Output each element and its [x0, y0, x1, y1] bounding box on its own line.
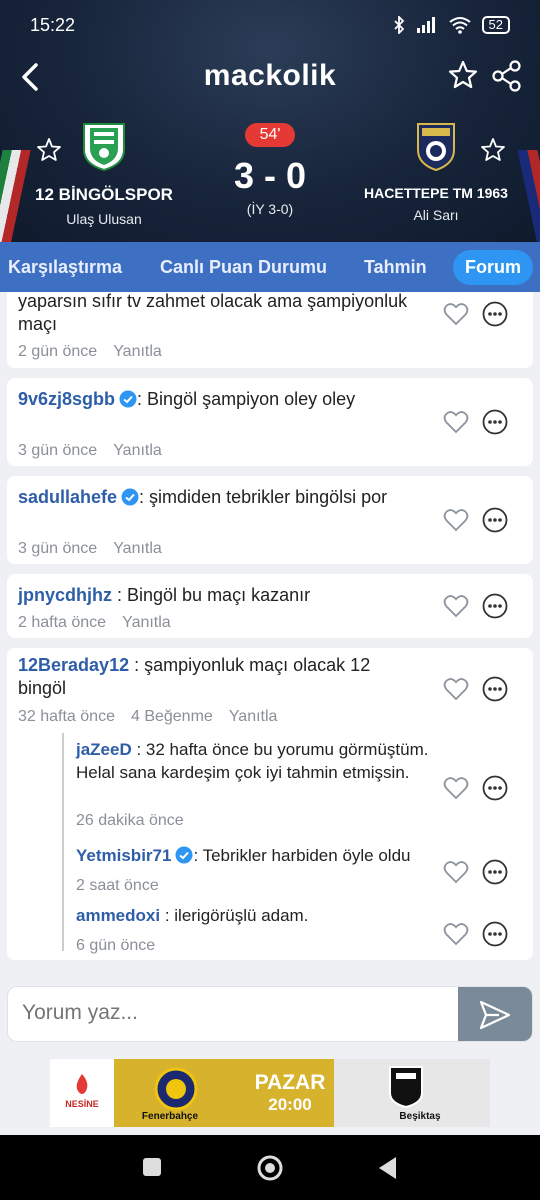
tab-forum[interactable]: Forum [453, 249, 533, 285]
ad-time: 20:00 [268, 1095, 312, 1114]
away-team-crest-icon [417, 123, 455, 172]
comment-time: 3 gün önce [18, 540, 98, 557]
verified-badge-icon [121, 488, 139, 506]
send-icon [479, 1000, 511, 1030]
ad-banner[interactable]: NESİNE PAZAR 20:00 Fenerbahçe Beşiktaş [50, 1059, 490, 1127]
besiktas-crest-icon [389, 1066, 423, 1109]
more-options-icon[interactable] [482, 301, 508, 327]
back-triangle-icon[interactable] [376, 1155, 398, 1181]
bluetooth-icon [393, 16, 404, 34]
recents-square-icon[interactable] [141, 1156, 163, 1178]
ad-team1: Fenerbahçe [141, 1111, 199, 1122]
reply-time: 2 saat önce [76, 877, 159, 894]
system-nav-bar [0, 1135, 540, 1200]
verified-badge-icon [119, 390, 137, 408]
home-circle-icon[interactable] [256, 1154, 284, 1182]
comment-username[interactable]: jpnycdhjhz [18, 585, 112, 605]
reply-text: : ilerigörüşlü adam. [160, 906, 309, 925]
battery-indicator: 52 [481, 16, 510, 34]
comment-time: 2 hafta önce [18, 614, 107, 631]
match-header: 15:22 52 mackolik 12 BİNGÖLSPOR Ulaş Ulu… [0, 0, 540, 242]
ad-sponsor-logo: NESİNE [50, 1059, 114, 1127]
comment-input[interactable] [22, 1001, 442, 1025]
signal-icon [416, 17, 435, 33]
tab-bar: Karşılaştırma Canlı Puan Durumu Tahmin F… [0, 242, 540, 292]
favorite-match-star-icon[interactable] [447, 59, 479, 91]
comment-card: 9v6zj8sgbb : Bingöl şampiyon oley oley 3 … [7, 378, 533, 466]
like-heart-icon[interactable] [443, 776, 469, 800]
match-minute-badge: 54' [245, 123, 295, 147]
more-options-icon[interactable] [482, 676, 508, 702]
comment-card: 12Beraday12 : şampiyonluk maçı olacak 12… [7, 648, 533, 960]
comment-username[interactable]: sadullahefe [18, 487, 117, 507]
comment-composer [7, 986, 533, 1042]
comment-text: : şimdiden tebrikler bingölsi por [139, 487, 388, 507]
reply-time: 26 dakika önce [76, 812, 184, 829]
wifi-icon [448, 17, 471, 34]
reply-link[interactable]: Yanıtla [113, 540, 162, 558]
reply-username[interactable]: Yetmisbir71 [76, 846, 171, 865]
reply-link[interactable]: Yanıtla [122, 614, 171, 632]
like-heart-icon[interactable] [443, 922, 469, 946]
reply-text: : Tebrikler harbiden öyle oldu [193, 846, 411, 865]
status-time: 15:22 [30, 14, 76, 35]
reply-link[interactable]: Yanıtla [113, 343, 162, 361]
reply-link[interactable]: Yanıtla [229, 708, 278, 726]
reply-username[interactable]: jaZeeD [76, 740, 132, 759]
comment-time: 32 hafta önce [18, 708, 115, 725]
more-options-icon[interactable] [482, 775, 508, 801]
tab-live-standings[interactable]: Canlı Puan Durumu [160, 257, 327, 278]
comment-card: yaparsın sıfır tv zahmet olacak ama şamp… [7, 292, 533, 368]
fenerbahce-crest-icon [154, 1067, 198, 1111]
like-count[interactable]: 4 Beğenme [131, 708, 213, 726]
reply-time: 6 gün önce [76, 937, 156, 954]
comment-time: 3 gün önce [18, 442, 98, 459]
share-icon[interactable] [490, 59, 524, 93]
ad-team2: Beşiktaş [399, 1111, 441, 1122]
tab-prediction[interactable]: Tahmin [364, 257, 427, 278]
reply-username[interactable]: ammedoxi [76, 906, 160, 925]
send-button[interactable] [458, 987, 532, 1041]
more-options-icon[interactable] [482, 409, 508, 435]
comment-card: sadullahefe : şimdiden tebrikler bingölsi… [7, 476, 533, 564]
reply-link[interactable]: Yanıtla [113, 442, 162, 460]
like-heart-icon[interactable] [443, 677, 469, 701]
away-team-name: HACETTEPE TM 1963 [364, 185, 508, 201]
like-heart-icon[interactable] [443, 860, 469, 884]
reply-thread-line [62, 733, 64, 951]
ad-sponsor-text: NESİNE [65, 1099, 99, 1109]
more-options-icon[interactable] [482, 921, 508, 947]
status-bar: 15:22 52 [0, 0, 540, 50]
like-heart-icon[interactable] [443, 410, 469, 434]
verified-badge-icon [175, 846, 193, 864]
more-options-icon[interactable] [482, 859, 508, 885]
sponsor-flame-icon [76, 1074, 88, 1094]
like-heart-icon[interactable] [443, 594, 469, 618]
comment-time: 2 gün önce [18, 343, 98, 360]
away-coach: Ali Sarı [413, 207, 459, 223]
comment-text: : Bingöl şampiyon oley oley [137, 389, 356, 409]
comment-card: jpnycdhjhz : Bingöl bu maçı kazanır 2 ha… [7, 574, 533, 638]
comment-username[interactable]: 12Beraday12 [18, 655, 129, 675]
comment-text: : Bingöl bu maçı kazanır [112, 585, 311, 605]
away-team[interactable]: HACETTEPE TM 1963 Ali Sarı [346, 120, 526, 223]
like-heart-icon[interactable] [443, 508, 469, 532]
like-heart-icon[interactable] [443, 302, 469, 326]
more-options-icon[interactable] [482, 507, 508, 533]
comment-list[interactable]: yaparsın sıfır tv zahmet olacak ama şamp… [0, 292, 540, 968]
more-options-icon[interactable] [482, 593, 508, 619]
comment-username[interactable]: 9v6zj8sgbb [18, 389, 115, 409]
tab-comparison[interactable]: Karşılaştırma [8, 257, 122, 278]
ad-day: PAZAR [254, 1071, 326, 1094]
comment-text: yaparsın sıfır tv zahmet olacak ama şamp… [18, 292, 408, 334]
